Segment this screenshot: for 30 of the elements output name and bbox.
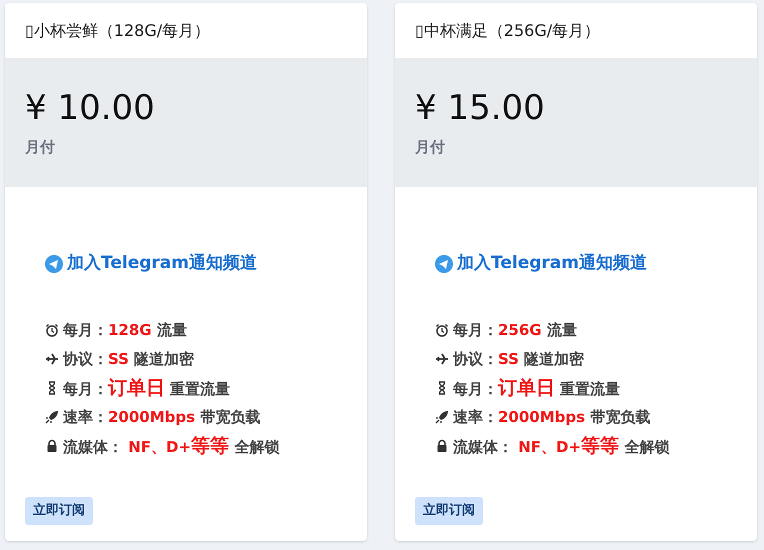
feature-text: 流媒体： NF、D+等等 全解锁: [63, 434, 280, 459]
price: ¥ 10.00: [25, 88, 156, 128]
airplane-icon: [435, 352, 449, 366]
plan-title: ▯中杯满足（256G/每月）: [415, 20, 600, 42]
feature-text: 协议：SS 隧道加密: [453, 348, 584, 370]
feature-text: 速率：2000Mbps 带宽负载: [453, 406, 650, 428]
feature-text: 每月：128G 流量: [63, 320, 187, 341]
price: ¥ 15.00: [415, 88, 546, 128]
feature-text: 速率：2000Mbps 带宽负载: [63, 406, 260, 428]
feature-text: 每月：订单日 重置流量: [63, 376, 230, 401]
billing-period: 月付: [415, 137, 446, 158]
subscribe-button[interactable]: 立即订阅: [25, 497, 93, 525]
alarm-clock-icon: [435, 323, 449, 337]
plan-title: ▯小杯尝鲜（128G/每月）: [25, 20, 210, 42]
lock-icon: [45, 439, 59, 453]
send-icon: [45, 254, 63, 273]
airplane-icon: [45, 352, 59, 366]
lock-icon: [435, 439, 449, 453]
telegram-link[interactable]: 加入Telegram通知频道: [457, 251, 647, 276]
rocket-icon: [45, 410, 59, 424]
alarm-clock-icon: [45, 323, 59, 337]
feature-text: 流媒体： NF、D+等等 全解锁: [453, 434, 670, 459]
rocket-icon: [435, 410, 449, 424]
send-icon: [435, 254, 453, 273]
feature-text: 每月：256G 流量: [453, 320, 577, 341]
subscribe-button[interactable]: 立即订阅: [415, 497, 483, 525]
feature-text: 协议：SS 隧道加密: [63, 348, 194, 370]
feature-text: 每月：订单日 重置流量: [453, 376, 620, 401]
telegram-link[interactable]: 加入Telegram通知频道: [67, 251, 257, 276]
billing-period: 月付: [25, 137, 56, 158]
